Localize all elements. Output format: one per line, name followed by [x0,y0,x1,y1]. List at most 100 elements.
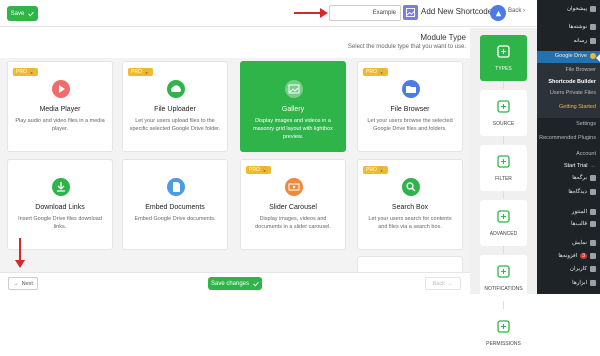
step-filter[interactable]: FILTER [480,145,527,191]
wp-sub-getting-started[interactable]: Getting Started [559,104,596,110]
shield-icon [497,320,510,333]
users-icon [590,266,596,272]
wp-sub-label: Users Private Files [549,90,596,96]
step-connector [503,191,504,199]
step-source[interactable]: SOURCE [480,90,527,136]
wp-menu-plugins[interactable]: افزونه‌ها 3 [558,253,596,259]
pro-label: PRO [16,69,27,75]
save-changes-label: Save changes [210,280,250,287]
wp-menu-google-drive-label: Google Drive [555,53,596,59]
next-label: Next [21,280,33,287]
step-permissions[interactable]: PERMISSIONS [480,310,527,356]
step-label: TYPES [495,66,512,72]
module-card-partial[interactable] [357,256,463,272]
module-card-description: Embed Google Drive documents. [134,216,216,222]
save-button[interactable]: Save [7,6,38,21]
pro-badge: PRO 🔒 [13,68,39,76]
slider-icon [285,178,303,196]
wp-menu-label: نمایش [572,240,587,246]
step-advanced[interactable]: ADVANCED [480,200,527,246]
module-card-title: Search Box [391,204,429,211]
wp-sub-account[interactable]: Account [576,151,596,157]
funnel-icon [497,155,510,168]
database-icon [497,100,510,113]
wp-sub-label: Settings [576,121,596,127]
module-card-file-uploader[interactable]: PRO 🔒 File Uploader Let your users upload f… [122,61,228,152]
download-icon [52,178,70,196]
module-card-title: Gallery [281,106,305,113]
page-title: Add New Shortcode [421,7,493,16]
wp-menu-label: ابزارها [572,280,587,286]
search-icon [402,178,420,196]
wp-menu-pages[interactable]: برگه‌ها [572,175,596,181]
wp-admin-sidebar: پیشخوان نوشته‌ها رسانه Google Drive File… [537,0,600,294]
module-card-title: Slider Carousel [269,204,317,211]
wp-menu-posts[interactable]: نوشته‌ها [569,24,596,30]
wp-menu-label: برگه‌ها [572,175,587,181]
tools-icon [497,210,510,223]
document-icon [167,178,185,196]
wp-sub-users-private-files[interactable]: Users Private Files [550,90,596,96]
module-type-title: Module Type [420,33,466,42]
save-changes-button[interactable]: Save changes [208,277,262,290]
pro-label: PRO [366,69,377,75]
footer-bar: → Next Save changes Back ← [0,272,470,294]
lock-icon: 🔒 [378,69,386,75]
step-types[interactable]: TYPES [480,35,527,81]
wp-menu-media[interactable]: رسانه [574,38,596,44]
wp-menu-appearance[interactable]: نمایش [572,240,596,246]
module-card-title: File Browser [390,106,430,113]
module-card-media-player[interactable]: PRO 🔒 Media Player Play audio and video fil… [7,61,113,152]
back-link[interactable]: Back › [508,8,525,14]
top-bar: Save Example Add New Shortcode Back › [0,0,537,27]
back-button[interactable]: Back ← [425,277,461,290]
lock-icon: 🔒 [28,69,36,75]
pro-label: PRO [131,69,142,75]
module-card-title: Embed Documents [145,204,205,211]
wp-menu-dashboard[interactable]: پیشخوان [567,6,596,12]
lock-icon: 🔒 [143,69,151,75]
wp-menu-label: دیدگاه‌ها [568,189,587,195]
module-card-download-links[interactable]: Download Links Insert Google Drive files … [7,159,113,250]
module-card-description: Let your users upload files to the speci… [129,118,221,132]
module-card-embed-documents[interactable]: Embed Documents Embed Google Drive docume… [122,159,228,250]
wp-sub-start-trial[interactable]: Start Trial ← [564,163,596,169]
module-card-description: Let your users search for contents and f… [368,216,452,230]
comment-icon [590,189,596,195]
wp-sub-label: Account [576,151,596,157]
step-label: ADVANCED [489,231,518,237]
module-card-file-browser[interactable]: PRO 🔒 File Browser Let your users browse th… [357,61,463,152]
step-connector [503,136,504,144]
folder-icon [402,80,420,98]
wp-sub-file-browser[interactable]: File Browser [565,67,596,73]
wp-sub-label: Shortcode Builder [548,79,596,85]
wp-sub-recommended-plugins[interactable]: Recommended Plugins [539,135,596,141]
next-button[interactable]: → Next [8,277,38,290]
wp-menu-elementor[interactable]: المنتور [572,209,596,215]
arrow-left-icon: ← [447,280,454,287]
wp-menu-tools[interactable]: ابزارها [572,280,596,286]
shortcode-title-input[interactable]: Example [329,5,401,21]
wp-sub-shortcode-builder[interactable]: Shortcode Builder [548,79,596,85]
wp-sub-label: Recommended Plugins [539,135,596,141]
red-arrow-annotation-bottom [15,238,25,268]
module-card-search-box[interactable]: PRO 🔒 Search Box Let your users search for … [357,159,463,250]
step-connector [503,246,504,254]
back-link-label: Back [508,8,522,14]
module-card-gallery[interactable]: Gallery Display images and videos in a ma… [240,61,346,152]
wp-menu-comments[interactable]: دیدگاه‌ها [568,189,596,195]
save-label: Save [10,10,25,17]
pro-label: PRO [366,167,377,173]
module-cards-grid: PRO 🔒 Media Player Play audio and video fil… [0,58,470,272]
wp-menu-label: قالب‌ها [571,221,587,227]
pin-icon [590,24,596,30]
step-notifications[interactable]: NOTIFICATIONS [480,255,527,301]
wp-menu-templates[interactable]: قالب‌ها [571,221,596,227]
module-card-slider-carousel[interactable]: PRO 🔒 Slider Carousel Display images, video… [240,159,346,250]
step-label: FILTER [495,176,512,182]
arrow-right-icon: → [13,280,19,287]
wp-sub-settings[interactable]: Settings [576,121,596,127]
media-icon [590,38,596,44]
wp-menu-label: پیشخوان [566,6,587,12]
wp-menu-users[interactable]: کاربران [570,266,596,272]
